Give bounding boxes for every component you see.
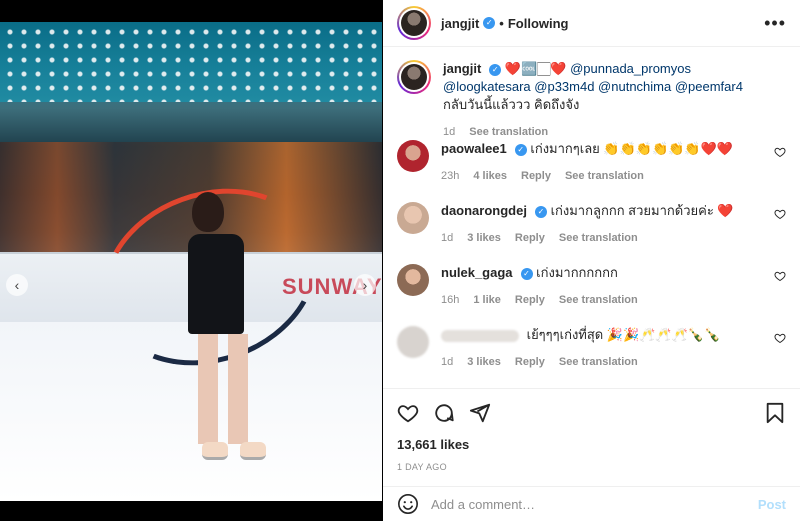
see-translation-link[interactable]: See translation xyxy=(559,294,638,306)
see-translation-link[interactable]: See translation xyxy=(559,232,638,244)
commenter-username[interactable]: paowalee1 xyxy=(441,141,507,156)
reply-button[interactable]: Reply xyxy=(515,294,545,306)
header-separator: • xyxy=(499,15,504,31)
comment-likes[interactable]: 1 like xyxy=(473,294,501,306)
author-username-link[interactable]: jangjit xyxy=(441,16,479,31)
caption-username[interactable]: jangjit xyxy=(443,61,481,76)
verified-badge-icon: ✓ xyxy=(483,17,496,29)
skate-right xyxy=(240,442,266,460)
reply-button[interactable]: Reply xyxy=(515,232,545,244)
carousel-prev-button[interactable]: ‹ xyxy=(6,274,28,296)
post-date[interactable]: 1 DAY AGO xyxy=(397,462,786,472)
skater-legs xyxy=(198,334,248,444)
post-actions: 13,661 likes 1 DAY AGO xyxy=(383,388,800,472)
skater-head xyxy=(192,192,224,232)
comment-text: เย้ๆๆๆเก่งที่สุด 🎉🎉🥂🥂🥂🍾🍾 xyxy=(526,327,721,342)
caption-avatar[interactable] xyxy=(397,60,431,94)
comment-text: เก่งมากๆเลย 👏👏👏👏👏👏❤️❤️ xyxy=(530,141,733,156)
commenter-avatar[interactable] xyxy=(397,202,429,234)
comment-text: เก่งมากกกกกก xyxy=(536,265,618,280)
comment: เย้ๆๆๆเก่งที่สุด 🎉🎉🥂🥂🥂🍾🍾 1d 3 likes Repl… xyxy=(397,326,786,388)
post-photo[interactable]: SUNWAY ‹ › xyxy=(0,22,382,501)
reply-button[interactable]: Reply xyxy=(521,170,551,182)
caption: jangjit ✓ ❤️🆒🏻❤️ @punnada_promyos @loogka… xyxy=(397,60,786,140)
caption-time[interactable]: 1d xyxy=(443,126,455,138)
caption-text: กลับวันนี้แล้ววว คิดถึงจัง xyxy=(443,97,580,112)
like-heart-icon[interactable] xyxy=(397,402,419,424)
commenter-avatar-blurred[interactable] xyxy=(397,326,429,358)
following-button[interactable]: Following xyxy=(508,16,569,31)
share-paper-plane-icon[interactable] xyxy=(469,402,491,424)
post-details-panel: jangjit ✓ • Following ••• jangjit ✓ ❤️🆒🏻❤… xyxy=(383,0,800,521)
like-comment-heart-icon[interactable] xyxy=(774,270,786,282)
commenter-username-blurred[interactable] xyxy=(441,329,519,342)
post-header: jangjit ✓ • Following ••• xyxy=(383,0,800,47)
comment-input[interactable] xyxy=(431,496,758,512)
see-translation-link[interactable]: See translation xyxy=(469,126,548,138)
comment-time[interactable]: 1d xyxy=(441,356,453,368)
like-comment-heart-icon[interactable] xyxy=(774,332,786,344)
reply-button[interactable]: Reply xyxy=(515,356,545,368)
more-options-icon[interactable]: ••• xyxy=(764,13,786,34)
save-bookmark-icon[interactable] xyxy=(764,402,786,424)
like-comment-heart-icon[interactable] xyxy=(774,208,786,220)
caption-mentions-2[interactable]: @p33m4d @nutnchima @peemfar4 xyxy=(534,79,743,94)
skater-dress xyxy=(188,234,244,334)
comment: daonarongdej ✓ เก่งมากลูกกก สวยมากด้วยค่ะ… xyxy=(397,202,786,264)
comment-bubble-icon[interactable] xyxy=(433,402,455,424)
verified-badge-icon: ✓ xyxy=(534,205,547,218)
carousel-next-button[interactable]: › xyxy=(354,274,376,296)
comment-text: เก่งมากลูกกก สวยมากด้วยค่ะ ❤️ xyxy=(550,203,734,218)
caption-emojis: ❤️🆒🏻❤️ xyxy=(504,61,567,76)
verified-badge-icon: ✓ xyxy=(520,267,533,280)
see-translation-link[interactable]: See translation xyxy=(565,170,644,182)
emoji-smiley-icon[interactable] xyxy=(397,493,419,515)
like-comment-heart-icon[interactable] xyxy=(774,146,786,158)
verified-badge-icon: ✓ xyxy=(514,143,527,156)
comment-likes[interactable]: 3 likes xyxy=(467,232,501,244)
commenter-username[interactable]: daonarongdej xyxy=(441,203,527,218)
comment: nulek_gaga ✓ เก่งมากกกกกก 16h 1 like Repl… xyxy=(397,264,786,326)
commenter-avatar[interactable] xyxy=(397,264,429,296)
comment-time[interactable]: 23h xyxy=(441,170,459,182)
ceiling-lights xyxy=(0,22,382,102)
verified-badge-icon: ✓ xyxy=(489,63,502,76)
comments-list: jangjit ✓ ❤️🆒🏻❤️ @punnada_promyos @loogka… xyxy=(383,48,800,388)
author-avatar[interactable] xyxy=(397,6,431,40)
comment: paowalee1 ✓ เก่งมากๆเลย 👏👏👏👏👏👏❤️❤️ 23h 4 … xyxy=(397,140,786,202)
comment-likes[interactable]: 3 likes xyxy=(467,356,501,368)
commenter-avatar[interactable] xyxy=(397,140,429,172)
post-modal: SUNWAY ‹ › jangjit ✓ • Following ••• jan… xyxy=(0,0,800,521)
comment-likes[interactable]: 4 likes xyxy=(473,170,507,182)
commenter-username[interactable]: nulek_gaga xyxy=(441,265,513,280)
likes-count[interactable]: 13,661 likes xyxy=(397,437,786,452)
avatar-image xyxy=(401,10,427,36)
comment-time[interactable]: 16h xyxy=(441,294,459,306)
post-comment-button[interactable]: Post xyxy=(758,497,786,512)
see-translation-link[interactable]: See translation xyxy=(559,356,638,368)
comment-time[interactable]: 1d xyxy=(441,232,453,244)
add-comment-bar: Post xyxy=(383,486,800,521)
skate-left xyxy=(202,442,228,460)
